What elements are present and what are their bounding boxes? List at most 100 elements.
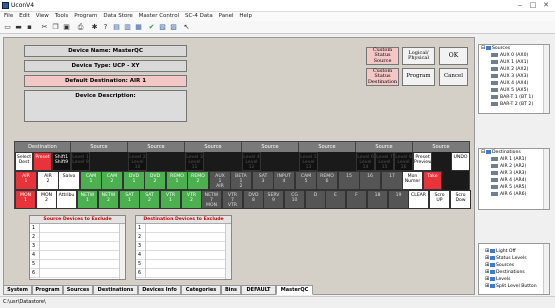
panel-button[interactable]: Salvo [58,171,80,190]
level-button[interactable]: Level 4 Level 12 [242,152,261,171]
settings-icon[interactable]: ✱ [90,23,99,32]
tab-program[interactable]: Program [32,285,63,295]
tab-default[interactable]: DEFAULT [241,285,276,295]
menu-data-store[interactable]: Data Store [103,12,132,21]
panel-button[interactable]: 15 [338,171,360,190]
level-button[interactable]: Level 3 Level 11 [185,152,204,171]
panel-button[interactable]: 17 [381,171,403,190]
panel-button[interactable]: Scro UP [429,190,450,209]
panel-button[interactable]: DVD 1 [123,171,145,190]
tree-item-property[interactable]: ⊞ Light Off [481,248,549,255]
check-icon[interactable]: ✔ [147,23,156,32]
tree-node-destinations[interactable]: ⊟ Destinations [481,149,549,156]
preset-button[interactable]: Preset [33,152,52,171]
panel-button[interactable]: 16 [359,171,381,190]
menu-tools[interactable]: Tools [55,12,69,21]
custom-status-destination-button[interactable]: Custom Status Destination [366,68,399,86]
scrollbar[interactable] [119,224,125,279]
report-icon[interactable]: ▧ [158,23,167,32]
scrollbar[interactable] [225,224,231,279]
tab-destinations[interactable]: Destinations [93,285,138,295]
tree-item-property[interactable]: ⊞ Split Level Button [481,283,549,290]
maximize-icon[interactable]: □ [527,1,539,10]
tree-item-destination[interactable]: AIR 3 (AR3) [481,170,549,177]
tree-item-destination[interactable]: AIR 5 (AR5) [481,184,549,191]
panel-button[interactable]: VTR 1 [160,190,181,209]
ok-button[interactable]: OK [439,47,468,65]
menu-sc4-data[interactable]: SC-4 Data [185,12,213,21]
tree-item-property[interactable]: ⊞ Sources [481,262,549,269]
tab-categories[interactable]: Categories [181,285,221,295]
list-item[interactable]: 3 [136,242,231,251]
menu-master-control[interactable]: Master Control [139,12,179,21]
tree-item-destination[interactable]: AIR 6 (AR6) [481,191,549,198]
level-button[interactable]: Level 7 Level 15 [375,152,394,171]
menu-help[interactable]: Help [239,12,252,21]
panel-button[interactable]: Attribu [56,190,77,209]
panel-button[interactable]: NETW 7 MON [201,190,222,209]
scrollbar[interactable] [543,149,549,209]
panel-button[interactable]: CLEAR [408,190,429,209]
panel-button[interactable]: F [346,190,367,209]
panel-button[interactable]: 18 [367,190,388,209]
level-button[interactable]: Level 6 Level 14 [356,152,375,171]
tree-item-destination[interactable]: AIR 4 (AR4) [481,177,549,184]
panel-button[interactable]: SERV 9 [263,190,284,209]
tree-item-source[interactable]: BAR-T 1 (BT 1) [481,94,549,101]
panel-button[interactable]: SAT 1 [119,190,140,209]
sources-tree[interactable]: ⊟ Sources AUX 0 (AX0) AUX 1 (AX1) AUX 2 (AX… [478,44,550,114]
print-icon[interactable]: ⎙ [76,23,85,32]
list-item[interactable]: 4 [136,251,231,260]
destinations-tree[interactable]: ⊟ Destinations AIR 1 (AR1) AIR 2 (AR2) AIR … [478,148,550,210]
paste-icon[interactable]: ▣ [62,23,71,32]
tree-item-source[interactable]: AUX 1 (AX1) [481,59,549,66]
tree-item-property[interactable]: ⊞ Destinations [481,269,549,276]
layout-icon[interactable]: ▨ [169,23,178,32]
panel-button[interactable]: CG 10 [284,190,305,209]
whats-this-icon[interactable]: ↖ [182,23,191,32]
list-item[interactable]: 2 [136,233,231,242]
panel-button[interactable]: NETW 1 [77,190,98,209]
tree-item-property[interactable]: ⊞ Status Levels [481,255,549,262]
level-button[interactable]: Level 5 Level 13 [299,152,318,171]
source-exclude-list[interactable]: Source Devices to Exclude 1 2 3 4 5 6 [29,215,126,280]
panel-button[interactable]: DVD 8 [243,190,264,209]
panel-button[interactable]: SAT 3 [252,171,274,190]
list-item[interactable]: 5 [30,260,125,269]
panel-button[interactable]: 19 [388,190,409,209]
destination-exclude-list[interactable]: Destination Devices to Exclude 1 2 3 4 5… [135,215,232,280]
list-item[interactable]: 1 [136,224,231,233]
menu-file[interactable]: File [4,12,13,21]
tree-item-source[interactable]: BAR-T 2 (BT 2) [481,101,549,108]
select-dest-button[interactable]: Select Dest [15,152,33,171]
panel-button[interactable]: D [305,190,326,209]
panel-button[interactable]: VTR 2 [181,190,202,209]
panel-button[interactable]: VTR 7 VTR [222,190,243,209]
undo-button[interactable]: UNDO [451,152,470,171]
list-item[interactable]: 5 [136,260,231,269]
list-item[interactable]: 6 [30,269,125,278]
tree-node-sources[interactable]: ⊟ Sources [481,45,549,52]
save-icon[interactable]: ▪ [25,23,34,32]
list-item[interactable]: 3 [30,242,125,251]
panel-button[interactable]: BETA 1 2 [230,171,252,190]
panel-button[interactable]: REMO 2 [187,171,209,190]
tab-system[interactable]: System [3,285,32,295]
tree-item-destination[interactable]: AIR 1 (AR1) [481,156,549,163]
preset-preview-button[interactable]: Preset Preview [413,152,432,171]
scrollbar[interactable] [543,45,549,113]
tree-item-source[interactable]: AUX 2 (AX2) [481,66,549,73]
panel-button[interactable]: REMO 1 [166,171,188,190]
list-item[interactable]: 6 [136,269,231,278]
panel-button[interactable]: SAT 2 [139,190,160,209]
menu-view[interactable]: View [36,12,49,21]
panel-button[interactable]: CAM 2 [101,171,123,190]
minimize-icon[interactable]: ‒ [514,1,526,10]
list-item[interactable]: 2 [30,233,125,242]
panel-button[interactable]: INPUT 4 [273,171,295,190]
new-file-icon[interactable]: ▭ [3,23,12,32]
logical-physical-button[interactable]: Logical/ Physical [402,47,435,65]
shift-button[interactable]: Shift1 Shift9 [52,152,71,171]
panel-button[interactable]: CAM 5 [295,171,317,190]
tab-bins[interactable]: Bins [221,285,241,295]
